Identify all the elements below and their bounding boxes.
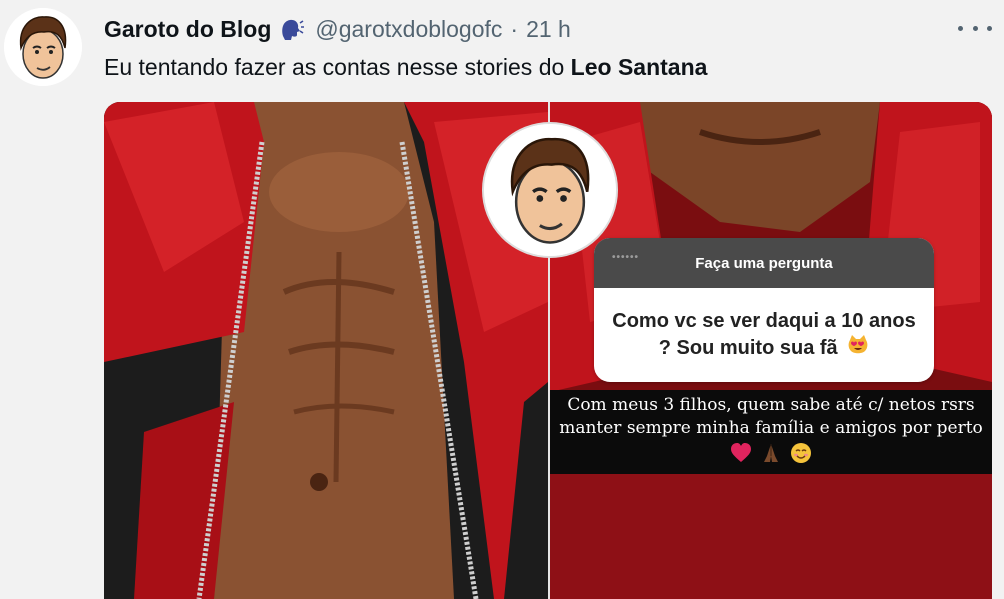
tweet-media[interactable]: •••••• Faça uma pergunta Como vc se ver … (104, 102, 992, 599)
answer-line-1: Com meus 3 filhos, quem sabe até c/ neto… (567, 395, 975, 415)
left-photo[interactable] (104, 102, 548, 599)
smiling-face-icon (791, 443, 811, 463)
tweet[interactable]: Garoto do Blog @garotxdoblogofc · 21 h E… (0, 0, 1004, 599)
question-header-text: Faça uma pergunta (695, 254, 833, 272)
cartoon-face-icon (484, 124, 616, 256)
heart-icon (731, 443, 751, 462)
tweet-text: Eu tentando fazer as contas nesse storie… (104, 54, 707, 81)
more-options-icon[interactable] (958, 16, 992, 40)
heart-eyes-cat-icon (847, 334, 869, 363)
story-answer-caption: Com meus 3 filhos, quem sabe até c/ neto… (550, 390, 992, 474)
question-sticker-body: Como vc se ver daqui a 10 anos ? Sou mui… (594, 288, 934, 382)
answer-line-2: manter sempre minha família e amigos por… (559, 418, 983, 438)
timestamp[interactable]: 21 h (526, 16, 571, 43)
answer-emojis (550, 442, 992, 464)
separator-dot: · (510, 15, 519, 42)
avatar[interactable] (4, 8, 82, 86)
display-name[interactable]: Garoto do Blog (104, 16, 271, 43)
question-text: Como vc se ver daqui a 10 anos ? Sou mui… (612, 309, 916, 359)
question-sticker: •••••• Faça uma pergunta Como vc se ver … (594, 238, 934, 382)
praying-hands-icon (764, 444, 778, 462)
tweet-text-prefix: Eu tentando fazer as contas nesse storie… (104, 54, 571, 80)
speaking-head-icon (279, 16, 305, 42)
question-sticker-dim-text: •••••• (612, 252, 640, 263)
handle[interactable]: @garotxdoblogofc (315, 16, 502, 43)
mention-bold: Leo Santana (570, 54, 708, 80)
tweet-header: Garoto do Blog @garotxdoblogofc · 21 h (104, 14, 571, 44)
cartoon-face-icon (4, 8, 82, 86)
question-sticker-header: •••••• Faça uma pergunta (594, 238, 934, 288)
